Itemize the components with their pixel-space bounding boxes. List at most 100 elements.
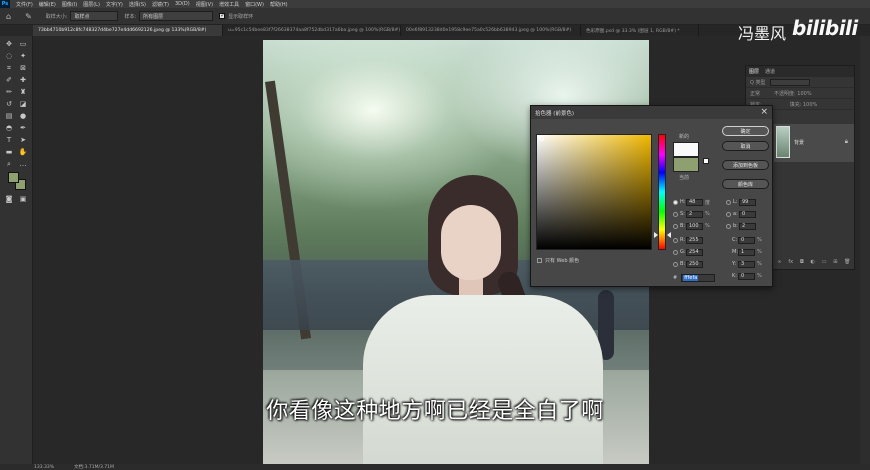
only-web-colors-checkbox[interactable] [537, 258, 542, 263]
cancel-button[interactable]: 取消 [722, 141, 769, 151]
blue-field[interactable]: 250 [686, 260, 703, 268]
lab-l-field[interactable]: 99 [739, 198, 756, 206]
layer-filter-field[interactable] [769, 78, 810, 86]
menu-edit[interactable]: 编辑(E) [39, 1, 56, 8]
adjustment-layer-icon[interactable]: ◐ [811, 259, 815, 267]
dodge-tool-icon[interactable]: ◓ [4, 123, 14, 133]
hand-tool-icon[interactable]: ✋ [18, 147, 28, 157]
path-select-tool-icon[interactable]: ➤ [18, 135, 28, 145]
document-tab[interactable]: 73bb4710b912c8fc748327d4be727e4dd6692126… [33, 25, 223, 36]
delete-layer-icon[interactable]: 🗑︎ [844, 259, 850, 267]
menu-filter[interactable]: 滤镜(T) [152, 1, 169, 8]
yellow-field[interactable]: 3 [738, 260, 755, 268]
close-icon[interactable]: × [760, 107, 768, 117]
color-libraries-button[interactable]: 颜色库 [722, 179, 769, 189]
saturation-radio[interactable] [673, 211, 678, 217]
color-field[interactable] [536, 134, 652, 250]
menu-type[interactable]: 文字(Y) [106, 1, 123, 8]
lab-b-field[interactable]: 2 [739, 222, 756, 230]
lab-a-field[interactable]: 0 [739, 210, 756, 218]
healing-tool-icon[interactable]: ✚ [18, 75, 28, 85]
opacity-field[interactable]: 不透明度: 100% [774, 90, 812, 97]
current-color-swatch[interactable] [673, 157, 699, 172]
document-tab[interactable]: 色彩原图.psd @ 33.3% (图层 1, RGB/8#) * [581, 25, 699, 36]
link-layers-icon[interactable]: ∞ [777, 259, 781, 267]
saturation-field[interactable]: 2 [686, 210, 703, 218]
menu-layer[interactable]: 图层(L) [83, 1, 100, 8]
frame-tool-icon[interactable]: ⊠ [18, 63, 28, 73]
foreground-color-swatch[interactable] [8, 172, 19, 183]
screen-mode-icon[interactable]: ▣ [18, 194, 28, 204]
hex-field[interactable]: fffefa [681, 274, 716, 282]
hue-slider-arrow-icon[interactable] [654, 232, 658, 238]
brush-tool-icon[interactable]: ✏ [4, 87, 14, 97]
more-tools-icon[interactable]: … [18, 159, 28, 169]
type-tool-icon[interactable]: T [4, 135, 14, 145]
hue-slider[interactable] [658, 134, 666, 250]
tab-channels[interactable]: 通道 [765, 68, 775, 75]
ok-button[interactable]: 确定 [722, 126, 769, 136]
document-tab[interactable]: u=95c1c54bee83f7f26638374aa8f752dbd317a6… [223, 25, 401, 36]
lab-a-radio[interactable] [726, 211, 731, 217]
layer-style-icon[interactable]: fx [788, 259, 793, 267]
sample-select[interactable]: 所有图层 [139, 11, 214, 21]
magic-wand-tool-icon[interactable]: ✦ [18, 51, 28, 61]
green-field[interactable]: 254 [686, 248, 703, 256]
stamp-tool-icon[interactable]: ♜ [18, 87, 28, 97]
marquee-tool-icon[interactable]: ▭ [18, 39, 28, 49]
add-mask-icon[interactable]: ◘ [800, 259, 804, 267]
only-web-colors-option[interactable]: 只有 Web 颜色 [537, 257, 579, 264]
move-tool-icon[interactable]: ✥ [4, 39, 14, 49]
menu-select[interactable]: 选择(S) [129, 1, 146, 8]
zoom-level[interactable]: 133.33% [34, 465, 54, 470]
brightness-field[interactable]: 100 [686, 222, 703, 230]
red-field[interactable]: 255 [686, 236, 703, 244]
pen-tool-icon[interactable]: ✒ [18, 123, 28, 133]
gradient-tool-icon[interactable]: ▤ [4, 111, 14, 121]
add-to-swatches-button[interactable]: 添加到色板 [722, 160, 769, 170]
eyedropper-tool-icon[interactable]: ✐ [4, 75, 14, 85]
layer-filter-label[interactable]: Q 类型 [750, 79, 766, 86]
red-radio[interactable] [673, 237, 678, 243]
green-radio[interactable] [673, 249, 678, 255]
cyan-field[interactable]: 0 [738, 236, 755, 244]
color-field-marker[interactable] [539, 136, 544, 141]
lab-b-radio[interactable] [726, 223, 731, 229]
new-layer-icon[interactable]: ⊞ [833, 259, 837, 267]
history-brush-tool-icon[interactable]: ↺ [4, 99, 14, 109]
tab-layers[interactable]: 图层 [749, 68, 759, 75]
blue-radio[interactable] [673, 261, 678, 267]
shape-tool-icon[interactable]: ▬ [4, 147, 14, 157]
menu-file[interactable]: 文件(F) [16, 1, 33, 8]
magenta-field[interactable]: 1 [738, 248, 755, 256]
menu-window[interactable]: 窗口(W) [245, 1, 264, 8]
sample-size-select[interactable]: 取样点 [70, 11, 119, 21]
eyedropper-icon[interactable]: ✎ [25, 12, 32, 21]
new-group-icon[interactable]: ▭ [822, 259, 827, 267]
menu-image[interactable]: 图像(I) [62, 1, 77, 8]
black-field[interactable]: 0 [738, 272, 755, 280]
fill-field[interactable]: 填充: 100% [790, 101, 818, 108]
show-ring-checkbox[interactable] [219, 12, 225, 19]
lasso-tool-icon[interactable]: ◌ [4, 51, 14, 61]
web-safe-warning-icon[interactable] [703, 158, 709, 164]
lock-icon[interactable]: 🔒︎ [845, 138, 848, 146]
menu-view[interactable]: 视图(V) [196, 1, 213, 8]
layer-item-background[interactable]: 背景 🔒︎ [774, 124, 854, 162]
hue-field[interactable]: 48 [686, 198, 703, 206]
menu-3d[interactable]: 3D(D) [175, 1, 190, 7]
blur-tool-icon[interactable]: ● [18, 111, 28, 121]
eraser-tool-icon[interactable]: ◪ [18, 99, 28, 109]
quick-mask-icon[interactable]: ◙ [4, 194, 14, 204]
hue-slider-arrow-icon[interactable] [667, 232, 671, 238]
menu-help[interactable]: 帮助(H) [270, 1, 288, 8]
hue-radio[interactable] [673, 199, 678, 205]
color-picker-titlebar[interactable]: 拾色器 (前景色) × [531, 106, 772, 119]
lab-l-radio[interactable] [726, 199, 731, 205]
crop-tool-icon[interactable]: ⌗ [4, 63, 14, 73]
brightness-radio[interactable] [673, 223, 678, 229]
document-tab[interactable]: 00e6f8913238d0e1958c9ee75a0c526bb638943.… [401, 25, 581, 36]
home-icon[interactable]: ⌂ [6, 12, 11, 21]
blend-mode-select[interactable]: 正常 [750, 90, 760, 97]
zoom-tool-icon[interactable]: ⌕ [4, 159, 14, 169]
